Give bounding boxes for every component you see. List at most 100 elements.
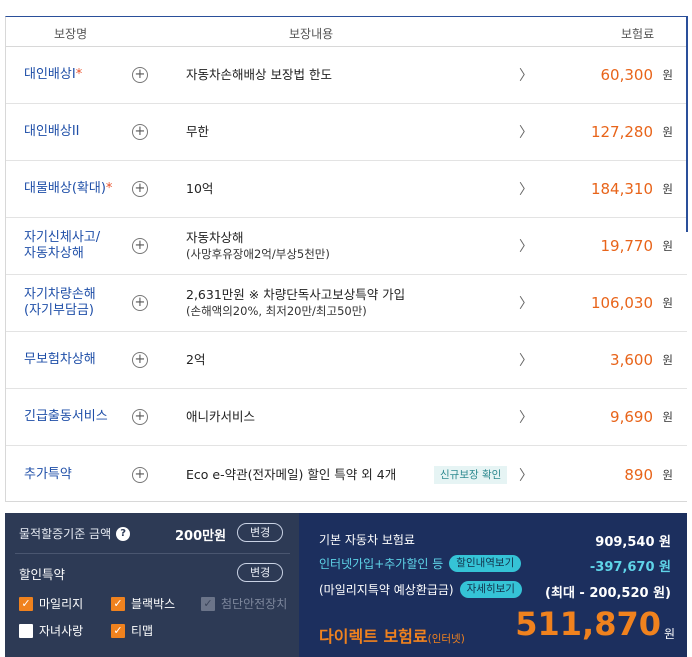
coverage-name: 대인배상II	[24, 104, 134, 160]
mileage-detail-button[interactable]: 자세히보기	[459, 581, 522, 598]
coverage-desc: 애니카서비스	[186, 389, 255, 445]
base-premium-label: 기본 자동차 보험료	[319, 533, 415, 547]
coverage-desc: Eco e-약관(전자메일) 할인 특약 외 4개	[186, 446, 396, 503]
coverage-row[interactable]: 추가특약 + Eco e-약관(전자메일) 할인 특약 외 4개 신규보장 확인 〉 89…	[6, 446, 687, 503]
plus-circle-icon[interactable]: +	[132, 295, 148, 311]
coverage-desc: 자동차상해 (사망후유장애2억/부상5천만)	[186, 218, 330, 274]
mileage-value: (최대 - 200,520 원)	[545, 586, 671, 601]
checkbox-label: 블랙박스	[131, 597, 176, 611]
coverage-desc: 무한	[186, 104, 209, 160]
premium-value: 60,300	[600, 66, 654, 84]
plus-circle-icon[interactable]: +	[132, 466, 148, 483]
coverage-name-text: 긴급출동서비스	[24, 409, 108, 424]
discount-title: 할인특약	[19, 567, 66, 582]
won-unit: 원	[662, 296, 673, 310]
checkbox-label: 마일리지	[39, 597, 84, 611]
coverage-name: 추가특약	[24, 446, 134, 503]
coverage-desc-main: 애니카서비스	[186, 409, 256, 424]
scroll-accent	[686, 16, 688, 232]
threshold-value: 200만원	[175, 529, 227, 544]
required-star: *	[75, 67, 83, 82]
plus-circle-icon[interactable]: +	[132, 181, 148, 197]
plus-circle-icon[interactable]: +	[132, 409, 148, 425]
options-panel: 물적할증기준 금액 ? 200만원 변경 할인특약 변경 ✓ 마일리지 ✓ 블랙…	[5, 513, 299, 657]
coverage-desc: 10억	[186, 161, 213, 217]
threshold-row: 물적할증기준 금액 ?	[19, 525, 131, 542]
header-name: 보장명	[54, 27, 88, 41]
coverage-name-text: 대물배상(확대)	[24, 181, 106, 196]
coverage-desc-sub: (손해액의20%, 최저20만/최고50만)	[186, 304, 367, 318]
coverage-desc-main: 무한	[186, 124, 210, 139]
check-icon: ✓	[111, 623, 125, 638]
chevron-right-icon[interactable]: 〉	[519, 350, 533, 370]
new-coverage-badge[interactable]: 신규보장 확인	[434, 465, 508, 484]
coverage-name-text: 자기신체사고/ 자동차상해	[24, 230, 101, 261]
coverage-name-text: 추가특약	[24, 466, 72, 482]
won-unit: 원	[662, 125, 673, 139]
chevron-right-icon[interactable]: 〉	[519, 465, 533, 485]
won-unit: 원	[662, 410, 673, 424]
premium-value: 890	[624, 465, 653, 484]
total-premium: 511,870	[515, 605, 661, 643]
table-header: 보장명 보장내용 보험료	[6, 17, 687, 47]
coverage-desc-main: 자동차손해배상 보장법 한도	[186, 67, 332, 82]
header-content: 보장내용	[289, 27, 334, 41]
checkbox-blackbox[interactable]: ✓ 블랙박스	[111, 595, 175, 612]
coverage-row[interactable]: 긴급출동서비스 + 애니카서비스 〉 9,690 원	[6, 389, 687, 446]
checkbox-label: 첨단안전장치	[221, 597, 288, 611]
coverage-name: 대물배상(확대) *	[24, 161, 134, 217]
coverage-table: 보장명 보장내용 보험료 대인배상I * + 자동차손해배상 보장법 한도 〉 60,30…	[5, 16, 687, 502]
summary-section: 물적할증기준 금액 ? 200만원 변경 할인특약 변경 ✓ 마일리지 ✓ 블랙…	[5, 513, 687, 657]
divider	[15, 553, 290, 554]
coverage-desc-main: Eco e-약관(전자메일) 할인 특약 외 4개	[186, 466, 397, 482]
coverage-row[interactable]: 대인배상II + 무한 〉 127,280 원	[6, 104, 687, 161]
checkbox-tmap[interactable]: ✓ 티맵	[111, 622, 153, 639]
coverage-name-text: 무보험차상해	[24, 352, 96, 367]
required-star: *	[105, 181, 113, 196]
chevron-right-icon[interactable]: 〉	[519, 236, 533, 256]
question-circle-icon[interactable]: ?	[116, 526, 131, 541]
coverage-row[interactable]: 대물배상(확대) * +10억 〉 184,310 원	[6, 161, 687, 218]
discount-change-button[interactable]: 변경	[237, 563, 284, 582]
chevron-right-icon[interactable]: 〉	[519, 65, 533, 85]
coverage-row[interactable]: 자기신체사고/ 자동차상해 + 자동차상해 (사망후유장애2억/부상5천만) 〉 19,7…	[6, 218, 687, 275]
chevron-right-icon[interactable]: 〉	[519, 179, 533, 199]
coverage-row[interactable]: 대인배상I * + 자동차손해배상 보장법 한도 〉 60,300 원	[6, 47, 687, 104]
coverage-name-text: 자기차량손해 (자기부담금)	[24, 287, 96, 318]
plus-circle-icon[interactable]: +	[132, 352, 148, 368]
threshold-label: 물적할증기준 금액	[19, 527, 112, 541]
won-unit: 원	[662, 239, 673, 253]
coverage-row[interactable]: 자기차량손해 (자기부담금) +2,631만원 ※ 차량단독사고보상특약 가입 (손…	[6, 275, 687, 332]
checkbox-mileage[interactable]: ✓ 마일리지	[19, 595, 83, 612]
base-premium-row: 기본 자동차 보험료	[319, 531, 415, 548]
checkbox-child[interactable]: 자녀사랑	[19, 622, 83, 639]
premium-value: 19,770	[600, 237, 654, 255]
won-unit: 원	[662, 68, 673, 82]
coverage-desc-main: 10억	[186, 181, 214, 196]
checkbox-label: 자녀사랑	[39, 624, 84, 638]
threshold-change-button[interactable]: 변경	[237, 523, 284, 542]
discount-row: 인터넷가입+추가할인 등 할인내역보기	[319, 555, 522, 572]
chevron-right-icon[interactable]: 〉	[519, 122, 533, 142]
chevron-right-icon[interactable]: 〉	[519, 407, 533, 427]
coverage-row[interactable]: 무보험차상해 +2억 〉 3,600 원	[6, 332, 687, 389]
discount-label: 인터넷가입+추가할인 등	[319, 557, 444, 571]
check-icon: ✓	[201, 596, 215, 611]
plus-circle-icon[interactable]: +	[132, 124, 148, 140]
coverage-name: 자기차량손해 (자기부담금)	[24, 275, 134, 331]
unchecked-box-icon	[19, 623, 33, 638]
discount-detail-button[interactable]: 할인내역보기	[449, 555, 522, 572]
coverage-desc-main: 2,631만원 ※ 차량단독사고보상특약 가입	[186, 287, 406, 302]
coverage-name-text: 대인배상II	[24, 124, 80, 139]
plus-circle-icon[interactable]: +	[132, 67, 148, 83]
total-label-wrap: 다이렉트 보험료(인터넷)	[319, 623, 465, 647]
coverage-desc: 자동차손해배상 보장법 한도	[186, 47, 332, 103]
won-unit: 원	[662, 182, 673, 196]
mileage-row: (마일리지특약 예상환급금) 자세히보기	[319, 581, 522, 598]
chevron-right-icon[interactable]: 〉	[519, 293, 533, 313]
check-icon: ✓	[111, 596, 125, 611]
plus-circle-icon[interactable]: +	[132, 238, 148, 254]
coverage-desc-sub: (사망후유장애2억/부상5천만)	[186, 247, 330, 261]
coverage-desc: 2,631만원 ※ 차량단독사고보상특약 가입 (손해액의20%, 최저20만/최…	[186, 275, 405, 331]
coverage-desc-main: 2억	[186, 352, 206, 367]
